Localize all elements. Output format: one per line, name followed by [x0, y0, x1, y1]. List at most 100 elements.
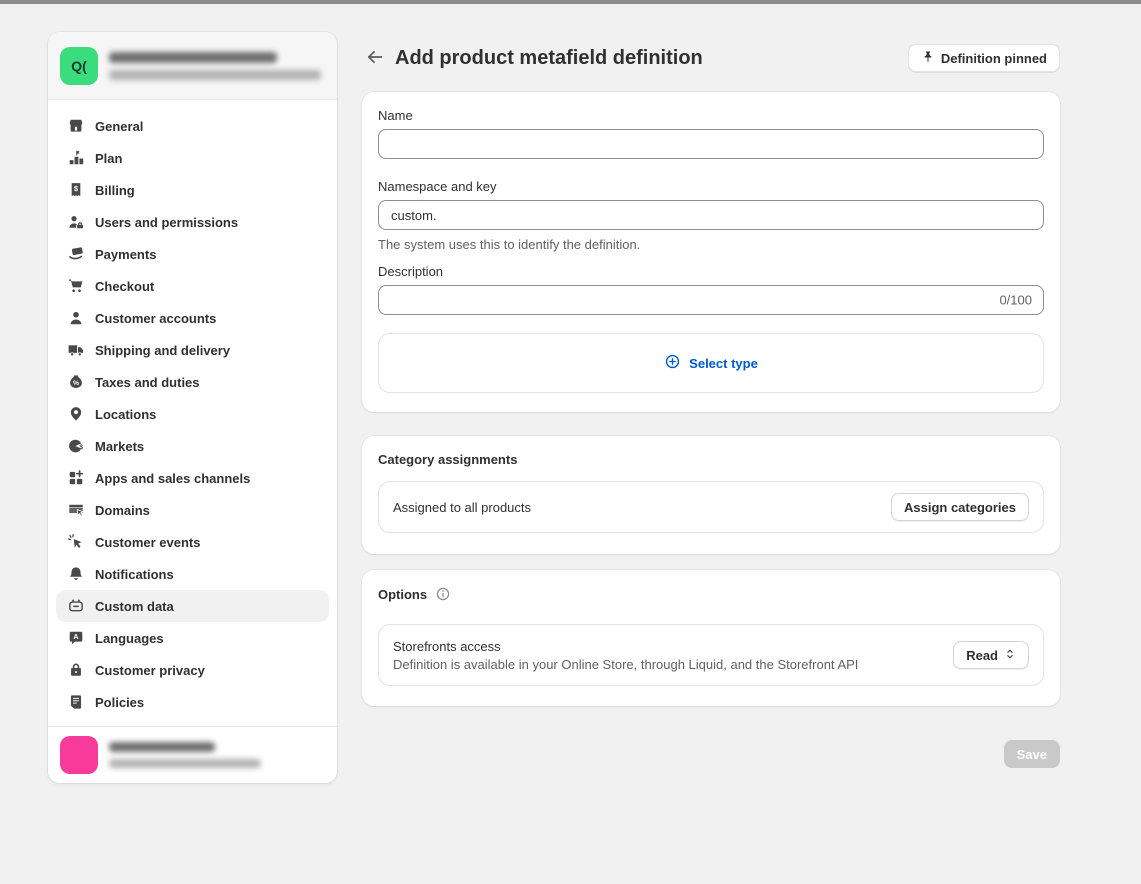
sidebar-item-label: Shipping and delivery — [95, 343, 230, 358]
svg-text:$: $ — [79, 444, 83, 451]
select-chevrons-icon — [1004, 648, 1016, 663]
select-type-area: Select type — [378, 333, 1044, 393]
sidebar-item-label: Customer accounts — [95, 311, 216, 326]
sidebar-item-label: Domains — [95, 503, 150, 518]
users-icon — [66, 213, 85, 232]
page-title: Add product metafield definition — [395, 47, 703, 70]
description-input[interactable] — [378, 285, 1044, 315]
category-status-text: Assigned to all products — [393, 500, 531, 515]
sidebar-item-customer-accounts[interactable]: Customer accounts — [56, 302, 329, 334]
policies-icon — [66, 693, 85, 712]
domains-icon — [66, 501, 85, 520]
lock-icon — [66, 661, 85, 680]
assign-categories-button[interactable]: Assign categories — [891, 493, 1029, 521]
select-type-button[interactable]: Select type — [664, 353, 758, 373]
sidebar-item-label: Markets — [95, 439, 144, 454]
sidebar-item-label: Customer events — [95, 535, 200, 550]
sidebar-item-notifications[interactable]: Notifications — [56, 558, 329, 590]
bell-icon — [66, 565, 85, 584]
info-icon[interactable] — [435, 586, 451, 602]
sidebar-item-label: Plan — [95, 151, 122, 166]
storefront-icon — [66, 117, 85, 136]
back-arrow-icon — [365, 47, 385, 70]
save-button[interactable]: Save — [1004, 740, 1060, 768]
user-avatar — [60, 736, 98, 774]
storefronts-access-row: Storefronts access Definition is availab… — [378, 624, 1044, 686]
sidebar-item-label: Languages — [95, 631, 164, 646]
user-email-blur — [109, 759, 261, 768]
sidebar-item-label: Notifications — [95, 567, 174, 582]
sidebar-item-markets[interactable]: $ Markets — [56, 430, 329, 462]
name-label: Name — [378, 108, 1044, 123]
pinned-button-label: Definition pinned — [941, 51, 1047, 66]
sidebar-item-users[interactable]: Users and permissions — [56, 206, 329, 238]
store-header[interactable]: Q( — [48, 32, 337, 100]
sidebar-item-customer-privacy[interactable]: Customer privacy — [56, 654, 329, 686]
billing-icon: $ — [66, 181, 85, 200]
payments-icon — [66, 245, 85, 264]
sidebar-item-languages[interactable]: A Languages — [56, 622, 329, 654]
sidebar-item-general[interactable]: General — [56, 110, 329, 142]
character-counter: 0/100 — [999, 293, 1032, 308]
category-assignments-card: Category assignments Assigned to all pro… — [362, 436, 1060, 554]
svg-text:%: % — [72, 380, 78, 387]
user-name-redacted — [109, 742, 261, 768]
sidebar-item-label: General — [95, 119, 143, 134]
back-button[interactable] — [362, 45, 388, 71]
definition-form-card: Name Namespace and key The system uses t… — [362, 92, 1060, 412]
person-icon — [66, 309, 85, 328]
description-label: Description — [378, 264, 1044, 279]
sidebar-item-label: Checkout — [95, 279, 154, 294]
save-row: Save — [362, 740, 1060, 768]
sidebar-item-locations[interactable]: Locations — [56, 398, 329, 430]
sidebar-item-plan[interactable]: Plan — [56, 142, 329, 174]
store-name-redacted — [109, 52, 321, 80]
sidebar-item-label: Customer privacy — [95, 663, 205, 678]
page-header: Add product metafield definition Definit… — [362, 42, 1060, 74]
sidebar-item-policies[interactable]: Policies — [56, 686, 329, 718]
storefronts-access-select[interactable]: Read — [953, 641, 1029, 669]
sidebar-item-custom-data[interactable]: Custom data — [56, 590, 329, 622]
sidebar-item-shipping[interactable]: Shipping and delivery — [56, 334, 329, 366]
svg-text:$: $ — [73, 184, 78, 193]
custom-data-icon — [66, 597, 85, 616]
sidebar-item-label: Apps and sales channels — [95, 471, 250, 486]
user-name-blur — [109, 742, 215, 752]
sidebar-item-label: Users and permissions — [95, 215, 238, 230]
cursor-click-icon — [66, 533, 85, 552]
sidebar-item-label: Payments — [95, 247, 156, 262]
namespace-help-text: The system uses this to identify the def… — [378, 237, 1044, 252]
pin-icon — [921, 50, 935, 67]
window-top-edge — [0, 0, 1141, 4]
options-card: Options Storefronts access Definition is… — [362, 570, 1060, 706]
user-account-row[interactable] — [48, 726, 337, 783]
sidebar-item-apps[interactable]: Apps and sales channels — [56, 462, 329, 494]
store-domain-blur — [109, 70, 321, 80]
plus-circle-icon — [664, 353, 681, 373]
name-input[interactable] — [378, 129, 1044, 159]
store-name-blur — [109, 52, 277, 63]
storefronts-access-value: Read — [966, 648, 998, 663]
apps-icon — [66, 469, 85, 488]
truck-icon — [66, 341, 85, 360]
options-card-title: Options — [378, 587, 427, 602]
namespace-label: Namespace and key — [378, 179, 1044, 194]
sidebar-item-checkout[interactable]: Checkout — [56, 270, 329, 302]
sidebar-item-billing[interactable]: $ Billing — [56, 174, 329, 206]
sidebar-item-taxes[interactable]: % Taxes and duties — [56, 366, 329, 398]
sidebar-item-customer-events[interactable]: Customer events — [56, 526, 329, 558]
sidebar-item-payments[interactable]: Payments — [56, 238, 329, 270]
location-pin-icon — [66, 405, 85, 424]
namespace-input[interactable] — [378, 200, 1044, 230]
tax-icon: % — [66, 373, 85, 392]
cart-icon — [66, 277, 85, 296]
storefronts-access-description: Definition is available in your Online S… — [393, 657, 858, 672]
sidebar-item-label: Custom data — [95, 599, 174, 614]
sidebar-item-domains[interactable]: Domains — [56, 494, 329, 526]
globe-icon: $ — [66, 437, 85, 456]
languages-icon: A — [66, 629, 85, 648]
sidebar-item-label: Policies — [95, 695, 144, 710]
svg-text:A: A — [73, 632, 78, 641]
definition-pinned-button[interactable]: Definition pinned — [908, 44, 1060, 72]
sidebar-item-label: Locations — [95, 407, 156, 422]
